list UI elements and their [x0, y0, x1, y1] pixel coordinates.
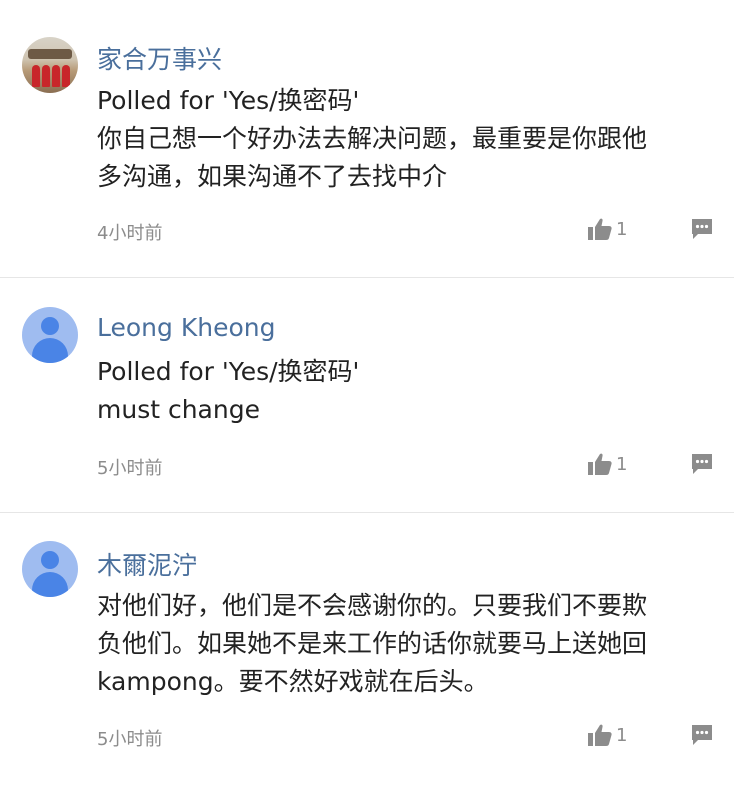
thumbs-up-icon	[588, 453, 612, 475]
like-button[interactable]: 1	[588, 217, 627, 241]
avatar-photo-detail	[28, 49, 72, 59]
comment-body: Polled for 'Yes/换密码' must change	[97, 353, 707, 429]
comment-bubble-icon	[692, 725, 712, 745]
like-count: 1	[616, 218, 628, 240]
comment-line: 负他们。如果她不是来工作的话你就要马上送她回	[97, 629, 648, 658]
avatar[interactable]	[22, 541, 78, 597]
reply-button[interactable]	[690, 217, 714, 241]
comment-line: 多沟通，如果沟通不了去找中介	[97, 162, 448, 191]
timestamp: 5小时前	[97, 729, 163, 750]
thumbs-up-icon	[588, 724, 612, 746]
avatar[interactable]	[22, 37, 78, 93]
username[interactable]: 家合万事兴	[97, 40, 222, 76]
divider	[0, 277, 734, 278]
comment-line: 对他们好，他们是不会感谢你的。只要我们不要欺	[97, 591, 648, 620]
comment-line: must change	[97, 395, 260, 424]
divider	[0, 512, 734, 513]
username[interactable]: Leong Kheong	[97, 313, 275, 342]
like-button[interactable]: 1	[588, 723, 627, 747]
comment-line: 你自己想一个好办法去解决问题，最重要是你跟他	[97, 124, 648, 153]
like-button[interactable]: 1	[588, 452, 627, 476]
username[interactable]: 木爾泥泞	[97, 546, 197, 582]
comment-line: Polled for 'Yes/换密码'	[97, 357, 360, 386]
comment-body: Polled for 'Yes/换密码' 你自己想一个好办法去解决问题，最重要是…	[97, 82, 707, 196]
reply-button[interactable]	[690, 723, 714, 747]
timestamp: 4小时前	[97, 223, 163, 244]
comment-body: 对他们好，他们是不会感谢你的。只要我们不要欺 负他们。如果她不是来工作的话你就要…	[97, 587, 707, 701]
comment-line: kampong。要不然好戏就在后头。	[97, 667, 489, 696]
comment-line: Polled for 'Yes/换密码'	[97, 86, 360, 115]
reply-button[interactable]	[690, 452, 714, 476]
comment-bubble-icon	[692, 454, 712, 474]
like-count: 1	[616, 453, 628, 475]
timestamp: 5小时前	[97, 458, 163, 479]
comment-bubble-icon	[692, 219, 712, 239]
avatar[interactable]	[22, 307, 78, 363]
like-count: 1	[616, 724, 628, 746]
thumbs-up-icon	[588, 218, 612, 240]
